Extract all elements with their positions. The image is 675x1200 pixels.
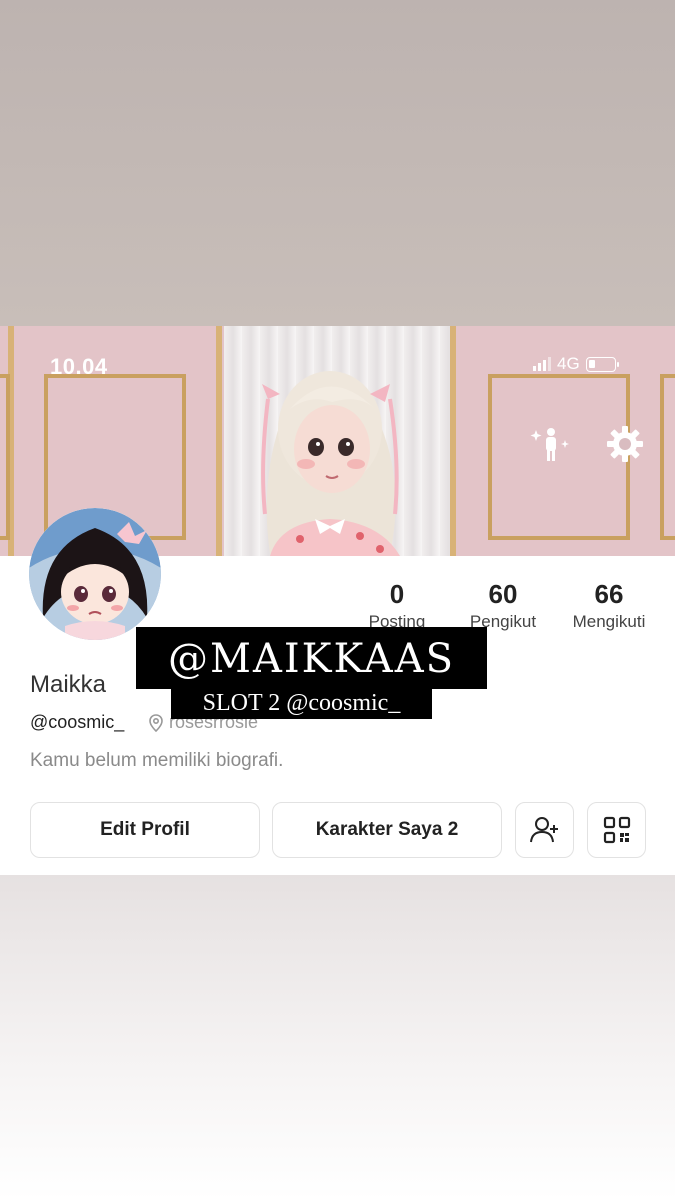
stat-value: 60 — [488, 579, 518, 609]
edit-profile-button[interactable]: Edit Profil — [30, 802, 260, 858]
status-time: 10.04 — [50, 354, 108, 379]
cover-pillar — [216, 326, 222, 556]
bottom-backdrop — [0, 875, 675, 1200]
stat-posts[interactable]: 0 Posting — [342, 578, 452, 632]
location-pin-icon — [149, 713, 163, 732]
add-friend-button[interactable] — [515, 802, 574, 858]
add-user-icon — [529, 817, 558, 843]
profile-photo — [29, 508, 161, 640]
wall-frame — [0, 374, 10, 540]
stat-value: 0 — [389, 579, 405, 609]
my-character-button[interactable]: Karakter Saya 2 — [272, 802, 502, 858]
qr-code-icon — [603, 816, 630, 844]
battery-icon — [585, 356, 619, 372]
stat-value: 66 — [594, 579, 624, 609]
display-name: Maikka — [30, 671, 107, 698]
top-backdrop — [0, 0, 675, 326]
avatar-sparkle-icon[interactable] — [530, 424, 570, 464]
network-label: 4G — [557, 354, 580, 373]
qr-code-button[interactable] — [587, 802, 646, 858]
stat-followers[interactable]: 60 Pengikut — [448, 578, 558, 632]
username: @coosmic_ — [30, 712, 125, 732]
avatar[interactable] — [29, 508, 161, 640]
cover-pillar — [450, 326, 456, 556]
wall-frame — [660, 374, 675, 540]
character-avatar-image — [261, 371, 400, 556]
status-indicators: 4G — [533, 354, 619, 374]
stat-following[interactable]: 66 Mengikuti — [554, 578, 664, 632]
stat-label: Mengikuti — [572, 612, 646, 631]
gear-icon[interactable] — [606, 425, 644, 463]
bio-text: Kamu belum memiliki biografi. — [30, 750, 284, 771]
signal-icon — [533, 357, 551, 371]
overlay-subtitle: SLOT 2 @coosmic_ — [171, 687, 432, 719]
overlay-title: @MAIKKAAS — [136, 627, 487, 689]
